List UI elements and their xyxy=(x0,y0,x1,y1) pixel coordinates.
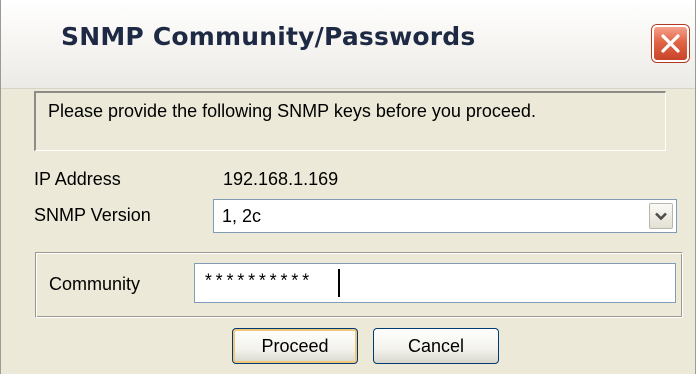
snmp-version-label: SNMP Version xyxy=(34,205,151,225)
chevron-down-icon xyxy=(655,212,667,221)
cancel-button[interactable]: Cancel xyxy=(373,328,499,364)
proceed-button[interactable]: Proceed xyxy=(232,328,358,364)
dialog-title: SNMP Community/Passwords xyxy=(61,22,476,51)
close-icon xyxy=(661,34,680,53)
dropdown-button[interactable] xyxy=(649,203,673,229)
ip-address-value: 192.168.1.169 xyxy=(223,169,339,189)
community-label: Community xyxy=(49,274,141,294)
close-button[interactable] xyxy=(652,25,689,62)
text-caret xyxy=(338,269,340,297)
instruction-text: Please provide the following SNMP keys b… xyxy=(48,101,536,121)
instruction-panel: Please provide the following SNMP keys b… xyxy=(34,91,666,151)
snmp-version-selected: 1, 2c xyxy=(222,206,262,226)
snmp-dialog: SNMP Community/Passwords Please provide … xyxy=(0,0,696,374)
community-group: Community xyxy=(35,252,683,318)
title-bar[interactable]: SNMP Community/Passwords xyxy=(1,0,695,89)
snmp-version-select[interactable]: 1, 2c xyxy=(213,199,677,233)
ip-address-label: IP Address xyxy=(34,169,121,189)
community-password-field[interactable] xyxy=(194,263,676,303)
